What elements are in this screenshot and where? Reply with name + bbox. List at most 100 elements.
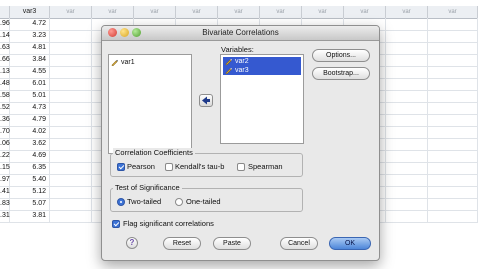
column-header[interactable]: var xyxy=(50,6,92,18)
table-cell[interactable]: .22 xyxy=(0,150,10,162)
table-cell[interactable]: 3.62 xyxy=(10,138,50,150)
kendall-checkbox[interactable] xyxy=(165,163,173,171)
table-cell[interactable] xyxy=(428,150,478,162)
table-cell[interactable] xyxy=(50,114,92,126)
list-item-var3[interactable]: var3 xyxy=(223,66,301,75)
table-cell[interactable] xyxy=(428,18,478,30)
table-cell[interactable] xyxy=(386,54,428,66)
table-cell[interactable] xyxy=(428,42,478,54)
target-variable-list[interactable]: var2 var3 xyxy=(220,54,304,144)
table-cell[interactable] xyxy=(50,186,92,198)
table-cell[interactable]: 4.55 xyxy=(10,66,50,78)
table-cell[interactable]: 4.72 xyxy=(10,18,50,30)
table-cell[interactable]: .63 xyxy=(0,42,10,54)
table-cell[interactable] xyxy=(50,210,92,222)
table-cell[interactable] xyxy=(428,114,478,126)
column-header[interactable]: var xyxy=(302,6,344,18)
table-cell[interactable] xyxy=(428,54,478,66)
column-header[interactable]: var xyxy=(134,6,176,18)
table-cell[interactable]: 4.02 xyxy=(10,126,50,138)
table-cell[interactable] xyxy=(386,90,428,102)
table-cell[interactable] xyxy=(428,198,478,210)
title-bar[interactable]: Bivariate Correlations xyxy=(102,26,379,41)
paste-button[interactable]: Paste xyxy=(213,237,251,250)
table-cell[interactable] xyxy=(50,90,92,102)
table-cell[interactable] xyxy=(386,30,428,42)
table-cell[interactable] xyxy=(386,186,428,198)
column-header[interactable]: var xyxy=(428,6,478,18)
table-cell[interactable]: 3.84 xyxy=(10,54,50,66)
move-variable-button[interactable] xyxy=(199,94,213,107)
table-cell[interactable]: .58 xyxy=(0,90,10,102)
table-cell[interactable] xyxy=(50,162,92,174)
column-header[interactable]: var xyxy=(260,6,302,18)
table-cell[interactable]: .06 xyxy=(0,138,10,150)
table-cell[interactable]: 5.40 xyxy=(10,174,50,186)
table-cell[interactable] xyxy=(386,114,428,126)
table-cell[interactable]: .14 xyxy=(0,30,10,42)
table-cell[interactable]: 5.12 xyxy=(10,186,50,198)
table-cell[interactable]: 4.69 xyxy=(10,150,50,162)
table-cell[interactable]: .15 xyxy=(0,162,10,174)
column-header[interactable] xyxy=(0,6,10,18)
table-cell[interactable]: .96 xyxy=(0,18,10,30)
table-cell[interactable] xyxy=(386,198,428,210)
spearman-checkbox[interactable] xyxy=(237,163,245,171)
table-cell[interactable]: .31 xyxy=(0,210,10,222)
table-cell[interactable] xyxy=(50,30,92,42)
table-cell[interactable] xyxy=(386,126,428,138)
table-cell[interactable] xyxy=(428,210,478,222)
pearson-checkbox[interactable] xyxy=(117,163,125,171)
table-cell[interactable] xyxy=(428,66,478,78)
table-cell[interactable]: 5.07 xyxy=(10,198,50,210)
table-cell[interactable] xyxy=(428,102,478,114)
table-cell[interactable]: .48 xyxy=(0,78,10,90)
reset-button[interactable]: Reset xyxy=(163,237,201,250)
one-tailed-radio[interactable] xyxy=(175,198,183,206)
bootstrap-button[interactable]: Bootstrap... xyxy=(312,67,370,80)
table-cell[interactable]: 4.73 xyxy=(10,102,50,114)
table-cell[interactable] xyxy=(50,54,92,66)
table-cell[interactable]: .36 xyxy=(0,114,10,126)
table-cell[interactable]: 4.81 xyxy=(10,42,50,54)
table-cell[interactable] xyxy=(386,174,428,186)
table-cell[interactable] xyxy=(428,138,478,150)
table-cell[interactable] xyxy=(386,78,428,90)
table-cell[interactable] xyxy=(386,42,428,54)
table-cell[interactable] xyxy=(428,30,478,42)
table-cell[interactable] xyxy=(50,66,92,78)
table-cell[interactable] xyxy=(50,102,92,114)
table-cell[interactable] xyxy=(50,174,92,186)
column-header[interactable]: var3 xyxy=(10,6,50,18)
table-cell[interactable] xyxy=(386,18,428,30)
cancel-button[interactable]: Cancel xyxy=(280,237,318,250)
table-cell[interactable] xyxy=(428,186,478,198)
column-header[interactable]: var xyxy=(92,6,134,18)
table-cell[interactable]: .66 xyxy=(0,54,10,66)
table-cell[interactable] xyxy=(50,18,92,30)
table-cell[interactable]: .83 xyxy=(0,198,10,210)
table-cell[interactable]: 4.79 xyxy=(10,114,50,126)
table-cell[interactable] xyxy=(386,66,428,78)
table-cell[interactable] xyxy=(50,42,92,54)
table-cell[interactable] xyxy=(386,210,428,222)
table-cell[interactable] xyxy=(428,162,478,174)
table-cell[interactable] xyxy=(386,162,428,174)
table-cell[interactable]: 5.01 xyxy=(10,90,50,102)
column-header[interactable]: var xyxy=(218,6,260,18)
list-item-var2[interactable]: var2 xyxy=(223,57,301,66)
ok-button[interactable]: OK xyxy=(329,237,371,250)
table-cell[interactable] xyxy=(428,126,478,138)
table-cell[interactable] xyxy=(50,126,92,138)
table-cell[interactable] xyxy=(386,138,428,150)
table-cell[interactable]: .97 xyxy=(0,174,10,186)
list-item-var1[interactable]: var1 xyxy=(111,58,135,67)
table-cell[interactable]: 3.81 xyxy=(10,210,50,222)
table-cell[interactable] xyxy=(50,150,92,162)
column-header[interactable]: var xyxy=(176,6,218,18)
table-cell[interactable] xyxy=(386,150,428,162)
options-button[interactable]: Options... xyxy=(312,49,370,62)
table-cell[interactable]: .13 xyxy=(0,66,10,78)
column-header[interactable]: var xyxy=(386,6,428,18)
help-button[interactable]: ? xyxy=(126,237,138,249)
